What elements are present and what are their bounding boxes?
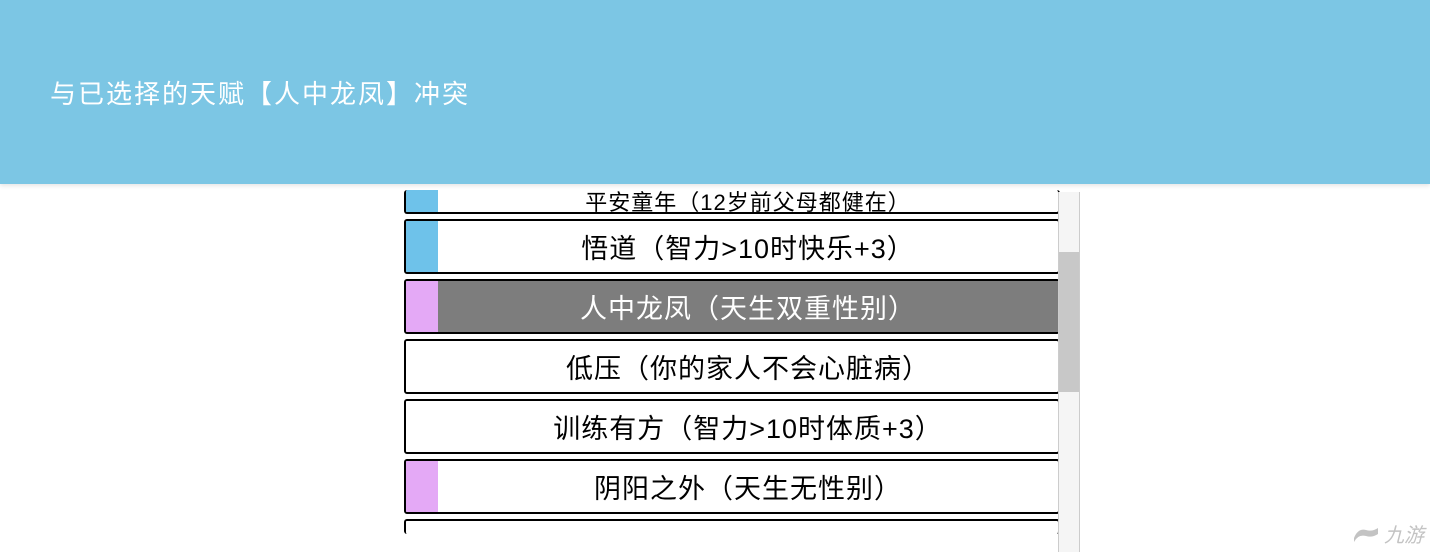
talent-label: 悟道（智力>10时快乐+3） [438, 221, 1058, 272]
talent-row[interactable]: 训练有方（智力>10时体质+3） [404, 399, 1060, 454]
rarity-tag [406, 521, 438, 534]
talent-label [438, 521, 1058, 534]
talent-row[interactable]: 人中龙凤（天生双重性别） [404, 279, 1060, 334]
talent-label: 阴阳之外（天生无性别） [438, 461, 1058, 512]
scroll-track[interactable] [1058, 192, 1080, 552]
rarity-tag [406, 401, 438, 452]
talent-row[interactable] [404, 519, 1060, 534]
conflict-banner: 与已选择的天赋【人中龙凤】冲突 [0, 0, 1430, 184]
talent-label: 平安童年（12岁前父母都健在） [438, 190, 1058, 212]
talent-list: 平安童年（12岁前父母都健在） 悟道（智力>10时快乐+3） 人中龙凤（天生双重… [404, 190, 1060, 534]
talent-label: 人中龙凤（天生双重性别） [438, 281, 1058, 332]
rarity-tag [406, 461, 438, 512]
talent-label: 训练有方（智力>10时体质+3） [438, 401, 1058, 452]
watermark-icon [1352, 524, 1380, 544]
watermark: 九游 [1352, 519, 1424, 548]
conflict-message: 与已选择的天赋【人中龙凤】冲突 [50, 74, 470, 111]
watermark-text: 九游 [1384, 519, 1424, 548]
rarity-tag [406, 281, 438, 332]
rarity-tag [406, 221, 438, 272]
talent-row[interactable]: 悟道（智力>10时快乐+3） [404, 219, 1060, 274]
scroll-thumb[interactable] [1059, 252, 1079, 392]
talent-label: 低压（你的家人不会心脏病） [438, 341, 1058, 392]
rarity-tag [406, 341, 438, 392]
rarity-tag [406, 190, 438, 212]
talent-row[interactable]: 阴阳之外（天生无性别） [404, 459, 1060, 514]
talent-row[interactable]: 平安童年（12岁前父母都健在） [404, 190, 1060, 214]
talent-row[interactable]: 低压（你的家人不会心脏病） [404, 339, 1060, 394]
content-area: 平安童年（12岁前父母都健在） 悟道（智力>10时快乐+3） 人中龙凤（天生双重… [0, 184, 1430, 554]
